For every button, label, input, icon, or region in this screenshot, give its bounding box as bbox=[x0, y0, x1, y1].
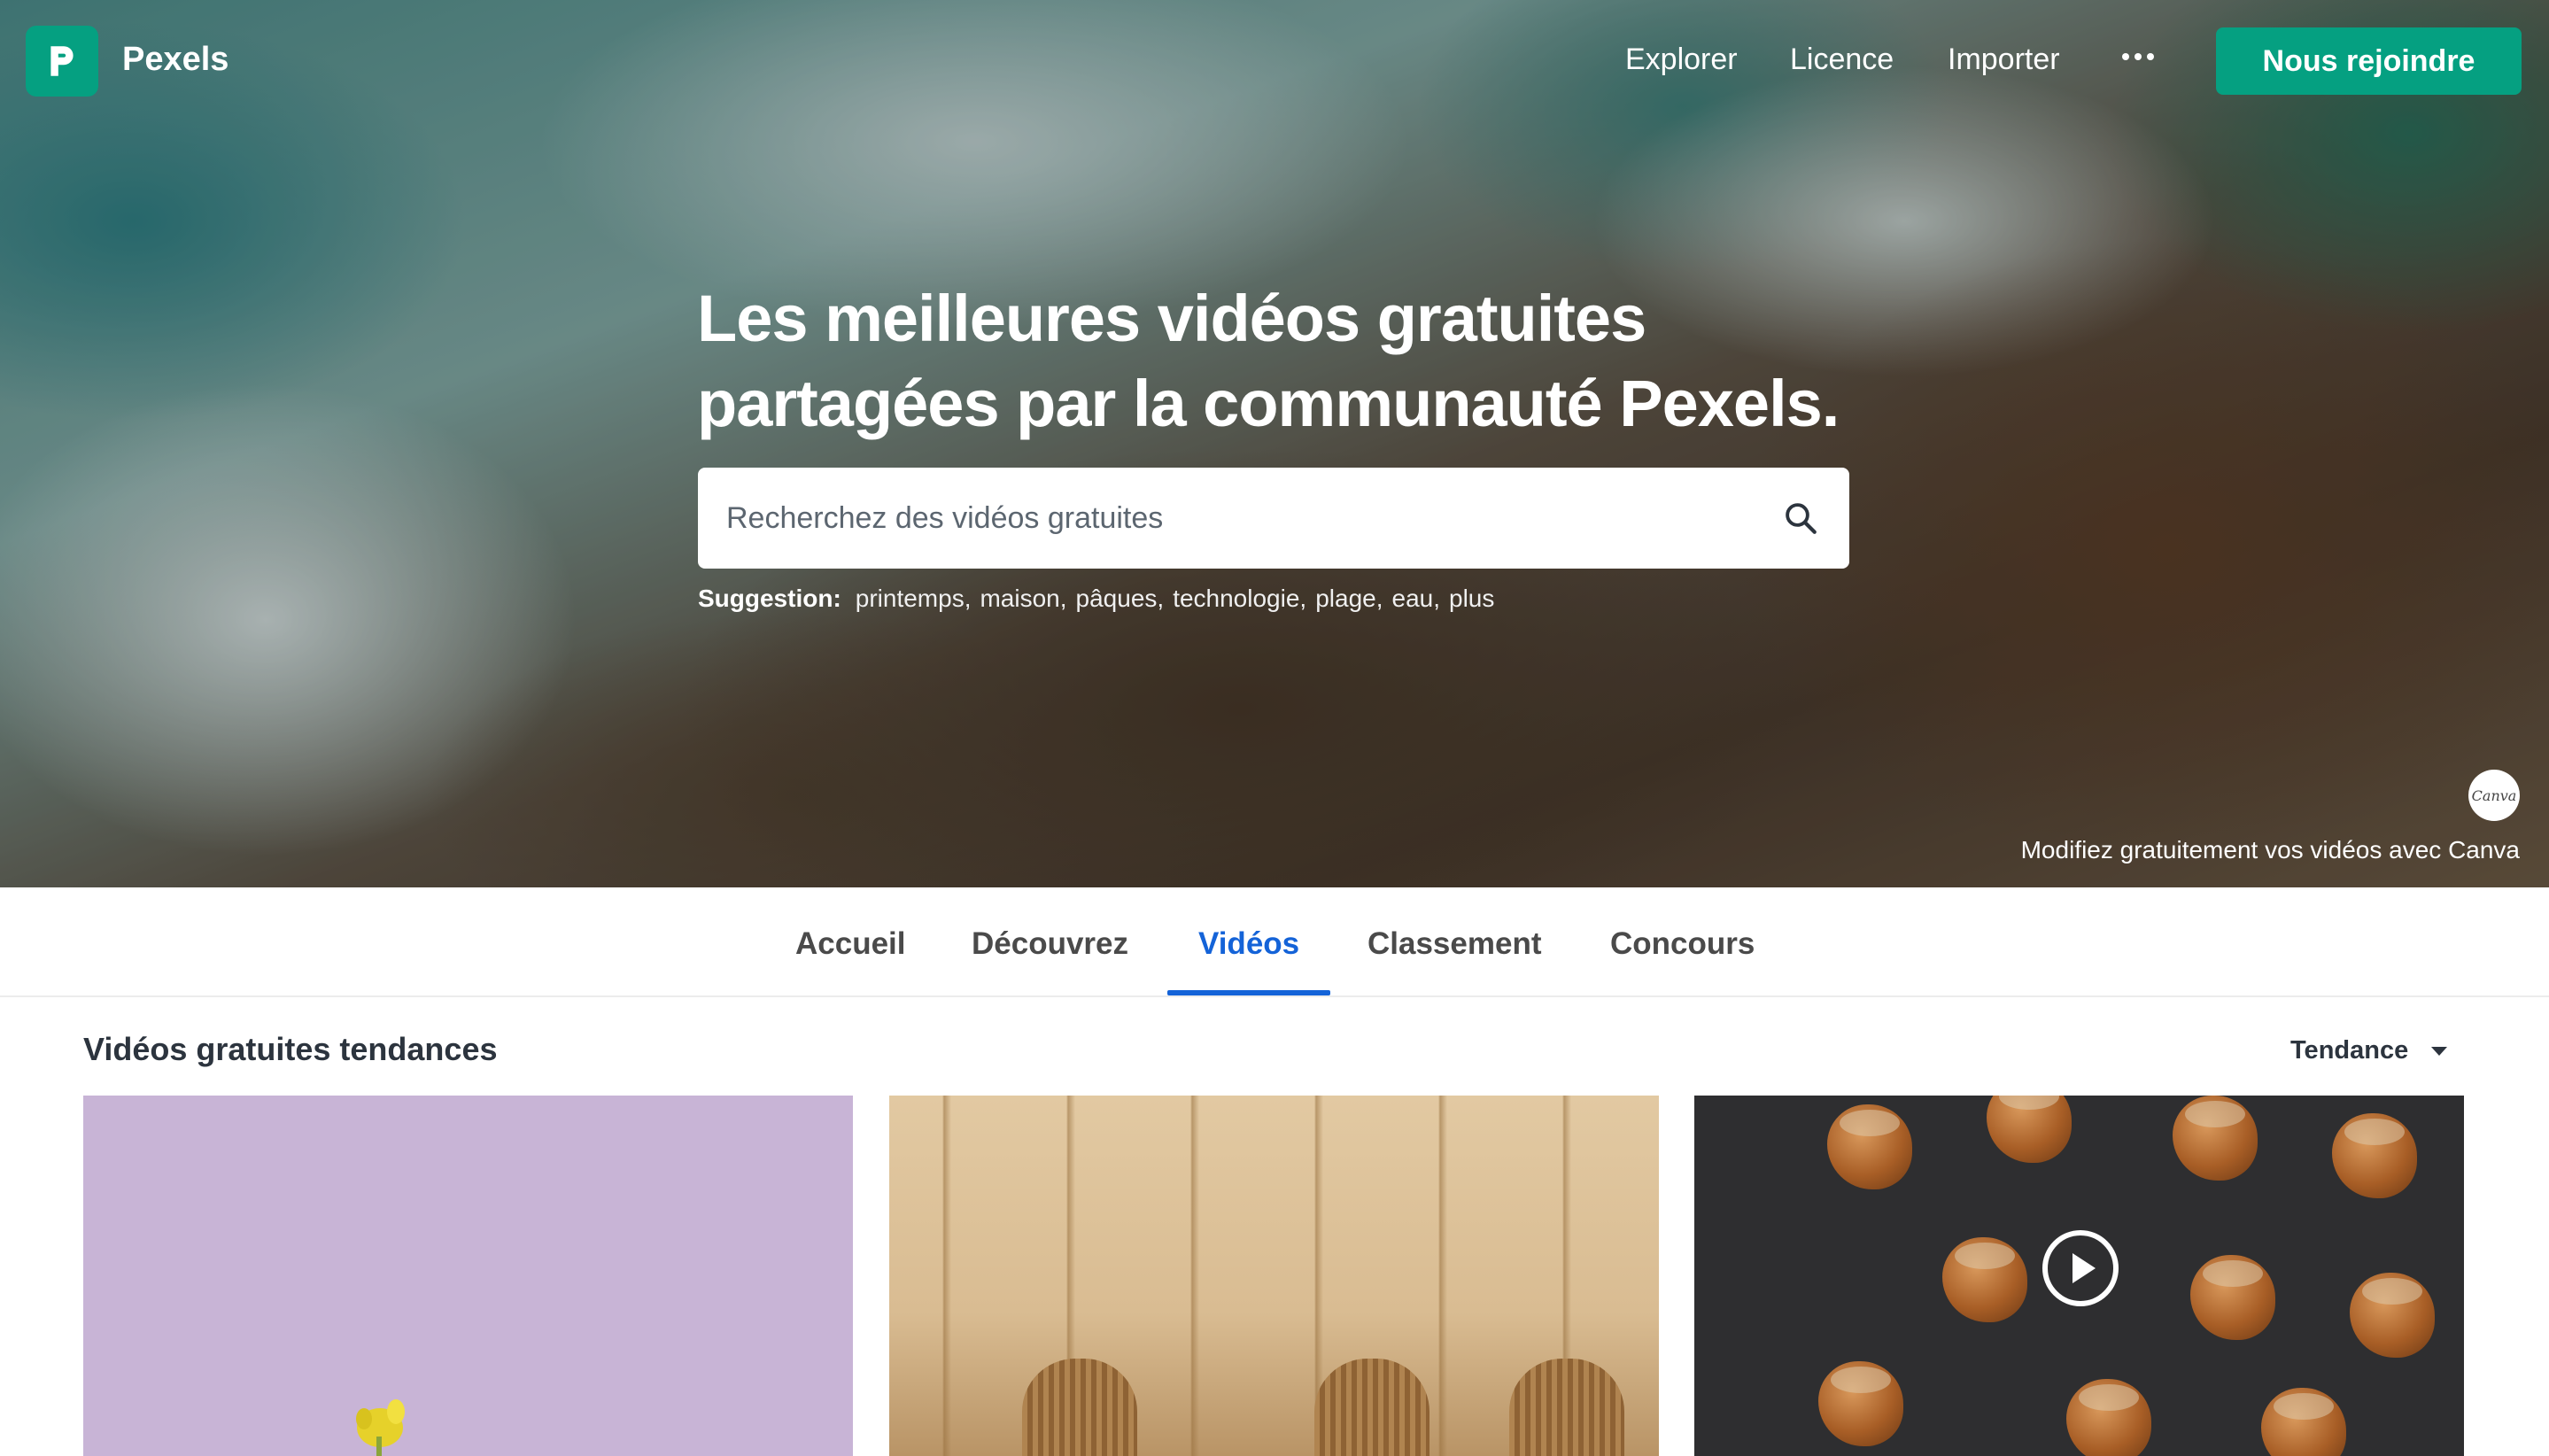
tab-videos[interactable]: Vidéos bbox=[1198, 926, 1299, 962]
nav-license[interactable]: Licence bbox=[1790, 43, 1894, 77]
hero-title: Les meilleures vidéos gratuites partagée… bbox=[697, 276, 1937, 446]
top-navigation: Pexels Explorer Licence Importer Nous re… bbox=[0, 0, 2549, 120]
hazelnut-thumbnail bbox=[1818, 1361, 1903, 1446]
suggestion-printemps[interactable]: printemps bbox=[856, 585, 965, 613]
suggestion-plage[interactable]: plage bbox=[1315, 585, 1376, 613]
canva-logo-icon[interactable]: Canva bbox=[2468, 770, 2520, 821]
video-card-tassels[interactable] bbox=[889, 1096, 1659, 1456]
suggestion-maison[interactable]: maison bbox=[980, 585, 1059, 613]
tassel-thumbnail bbox=[1022, 1359, 1137, 1456]
hazelnut-thumbnail bbox=[1827, 1104, 1912, 1189]
join-button[interactable]: Nous rejoindre bbox=[2216, 27, 2522, 95]
tab-accueil[interactable]: Accueil bbox=[795, 926, 906, 962]
sort-dropdown[interactable]: Tendance bbox=[2290, 1036, 2448, 1065]
hazelnut-thumbnail bbox=[2350, 1273, 2435, 1358]
nav-upload[interactable]: Importer bbox=[1948, 43, 2060, 77]
hero-title-line-1: Les meilleures vidéos gratuites bbox=[697, 282, 1646, 355]
hazelnut-thumbnail bbox=[1942, 1237, 2027, 1322]
search-input[interactable] bbox=[726, 468, 1745, 569]
suggestion-eau[interactable]: eau bbox=[1392, 585, 1434, 613]
play-icon[interactable] bbox=[2041, 1228, 2120, 1308]
search-bar[interactable] bbox=[698, 468, 1849, 569]
hazelnut-thumbnail bbox=[2261, 1388, 2346, 1456]
hazelnut-thumbnail bbox=[1987, 1096, 2072, 1163]
video-card-hazelnuts[interactable] bbox=[1694, 1096, 2464, 1456]
tab-classement[interactable]: Classement bbox=[1367, 926, 1541, 962]
hazelnut-thumbnail bbox=[2332, 1113, 2417, 1198]
brand-name[interactable]: Pexels bbox=[122, 41, 229, 79]
suggestion-technologie[interactable]: technologie bbox=[1173, 585, 1299, 613]
pexels-logo-icon[interactable] bbox=[26, 26, 98, 97]
more-dots-icon[interactable] bbox=[2122, 48, 2158, 66]
section-title: Vidéos gratuites tendances bbox=[83, 1031, 498, 1067]
active-tab-indicator bbox=[1167, 990, 1330, 995]
tab-concours[interactable]: Concours bbox=[1610, 926, 1755, 962]
video-card-flower[interactable] bbox=[83, 1096, 853, 1456]
hazelnut-thumbnail bbox=[2190, 1255, 2275, 1340]
suggestion-plus[interactable]: plus bbox=[1449, 585, 1494, 613]
section-tabs: Accueil Découvrez Vidéos Classement Conc… bbox=[0, 887, 2549, 997]
hero-title-line-2: partagées par la communauté Pexels. bbox=[697, 367, 1840, 440]
suggestion-paques[interactable]: pâques bbox=[1076, 585, 1158, 613]
hazelnut-thumbnail bbox=[2066, 1379, 2151, 1456]
suggestion-label: Suggestion: bbox=[698, 585, 841, 612]
hazelnut-thumbnail bbox=[2173, 1096, 2258, 1181]
yellow-flower-thumbnail bbox=[356, 1399, 405, 1456]
search-suggestions: Suggestion: printemps, maison, pâques, t… bbox=[698, 585, 1495, 613]
logo-p-icon bbox=[50, 46, 74, 76]
tassel-thumbnail bbox=[1314, 1359, 1429, 1456]
search-icon[interactable] bbox=[1782, 500, 1819, 537]
tab-decouvrez[interactable]: Découvrez bbox=[972, 926, 1128, 962]
sort-label: Tendance bbox=[2290, 1036, 2409, 1065]
nav-explore[interactable]: Explorer bbox=[1625, 43, 1738, 77]
tassel-thumbnail bbox=[1509, 1359, 1624, 1456]
canva-promo-link[interactable]: Modifiez gratuitement vos vidéos avec Ca… bbox=[2021, 836, 2520, 864]
chevron-down-icon bbox=[2431, 1046, 2448, 1056]
